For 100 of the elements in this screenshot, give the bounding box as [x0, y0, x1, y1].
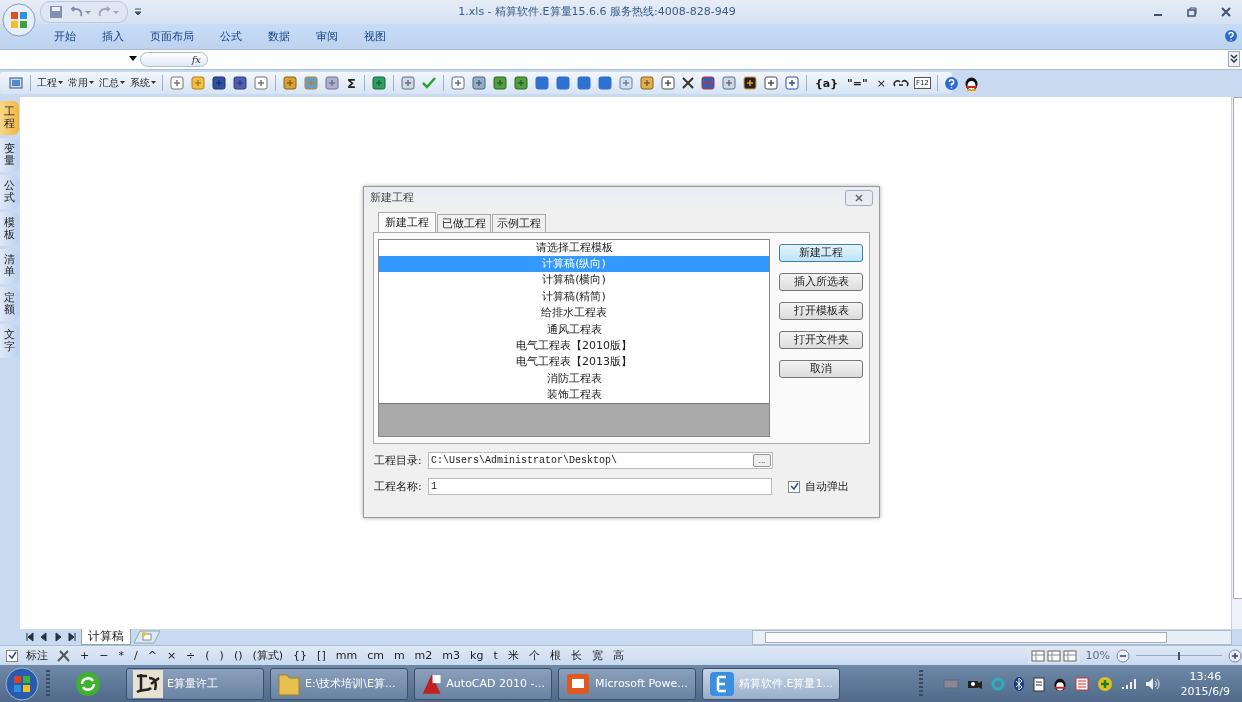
tools-icon[interactable] — [56, 648, 72, 663]
side-tab[interactable]: 模板 — [0, 212, 19, 247]
dialog-button[interactable]: 打开文件夹 — [779, 330, 863, 349]
template-item[interactable]: 消防工程表 — [379, 370, 769, 388]
template-item[interactable]: 装饰工程表 — [379, 387, 769, 404]
symbol-button[interactable]: ÷ — [184, 649, 198, 663]
sheet-tab[interactable]: 计算稿 — [81, 629, 131, 646]
dialog-tab[interactable]: 已做工程 — [437, 213, 491, 232]
symbol-button[interactable]: 宽 — [589, 648, 605, 664]
template-item[interactable]: 通风工程表 — [379, 321, 769, 338]
sheet-nav-icon[interactable] — [24, 631, 36, 644]
side-tab[interactable]: 定额 — [0, 286, 19, 321]
template-item[interactable]: 计算稿(横向) — [379, 272, 769, 289]
sheet-nav-icon[interactable] — [38, 631, 50, 644]
horizontal-scrollbar[interactable] — [752, 629, 1232, 645]
symbol-button[interactable]: + — [78, 649, 92, 663]
dialog-button[interactable]: 打开模板表 — [779, 301, 863, 320]
template-item[interactable]: 电气工程表【2010版】 — [379, 337, 769, 355]
multiply-button[interactable]: × — [874, 76, 888, 90]
dialog-button[interactable]: 插入所选表 — [779, 272, 863, 291]
toolbar-menu[interactable]: 常用 — [68, 76, 94, 91]
symbol-button[interactable]: 米 — [505, 648, 521, 664]
dialog-tab[interactable]: 示例工程 — [492, 213, 546, 232]
symbol-button[interactable]: kg — [468, 649, 486, 663]
customize-caret-icon[interactable] — [134, 6, 142, 17]
ribbon-tab[interactable]: 插入 — [90, 28, 136, 44]
checkbox[interactable] — [6, 649, 18, 662]
normal-view-icon[interactable] — [1030, 649, 1045, 662]
plus-circle-icon[interactable] — [1096, 675, 1113, 692]
close-icon[interactable] — [1220, 5, 1232, 18]
symbol-button[interactable]: 高 — [610, 648, 626, 664]
start-button[interactable] — [4, 665, 40, 702]
symbol-button[interactable]: cm — [365, 649, 386, 663]
symbol-button[interactable]: ^ — [145, 649, 159, 663]
template-item[interactable]: 电气工程表【2013版】 — [379, 354, 769, 371]
symbol-button[interactable]: m — [391, 649, 407, 663]
symbol-button[interactable]: 个 — [526, 648, 542, 664]
symbol-button[interactable]: t — [491, 649, 500, 663]
panel-icon[interactable] — [8, 75, 24, 92]
symbol-button[interactable]: m3 — [440, 649, 463, 663]
sheet-nav-icon[interactable] — [66, 631, 78, 644]
side-tab[interactable]: 变量 — [0, 137, 19, 172]
symbol-button[interactable]: * — [116, 649, 126, 663]
page-break-icon[interactable] — [1062, 649, 1077, 662]
sheet-nav-icon[interactable] — [52, 631, 64, 644]
symbol-button[interactable]: × — [164, 649, 179, 663]
toolbar-menu[interactable]: 系统 — [130, 76, 156, 91]
symbol-button[interactable]: () — [231, 649, 245, 663]
side-tab[interactable]: 清单 — [0, 249, 19, 284]
speaker-icon[interactable] — [1144, 676, 1161, 691]
sum-button[interactable]: Σ — [345, 75, 358, 91]
directory-field[interactable]: C:\Users\Administrator\Desktop\ ... — [428, 452, 773, 470]
dialog-tab[interactable]: 新建工程 — [378, 211, 436, 232]
expand-icon[interactable] — [1228, 51, 1240, 68]
equals-quote-button[interactable]: "=" — [845, 76, 870, 90]
side-tab[interactable]: 工程 — [0, 100, 19, 135]
variable-button[interactable]: {a} — [812, 76, 840, 90]
ribbon-tab[interactable]: 公式 — [208, 28, 254, 44]
zoom-in-icon[interactable] — [1228, 648, 1242, 663]
ribbon-tab[interactable]: 开始 — [42, 28, 88, 44]
close-button[interactable] — [845, 189, 873, 206]
symbol-button[interactable]: − — [97, 649, 111, 663]
bluetooth-icon[interactable] — [1012, 675, 1025, 692]
ribbon-tab[interactable]: 视图 — [352, 28, 398, 44]
toolbar-menu[interactable]: 工程 — [37, 76, 63, 91]
penguin-icon[interactable] — [963, 75, 979, 92]
symbol-button[interactable]: mm — [333, 649, 360, 663]
delete-x-icon[interactable] — [680, 76, 695, 91]
clipboard-icon[interactable] — [1032, 675, 1045, 692]
vertical-scrollbar[interactable] — [1231, 96, 1242, 630]
checkbox[interactable] — [788, 480, 800, 493]
clock-date[interactable]: 2015/6/9 — [1180, 683, 1230, 699]
symbol-button[interactable]: [] — [315, 649, 328, 663]
side-tab[interactable]: 公式 — [0, 174, 19, 210]
symbol-button[interactable]: / — [131, 649, 140, 663]
dialog-button[interactable]: 新建工程 — [779, 243, 863, 262]
signal-icon[interactable] — [1120, 677, 1137, 690]
symbol-button[interactable]: ( — [203, 649, 212, 663]
symbol-button[interactable]: (算式) — [250, 648, 286, 664]
symbol-button[interactable]: 根 — [547, 648, 563, 664]
symbol-button[interactable]: 长 — [568, 648, 584, 664]
toolbar-menu[interactable]: 汇总 — [99, 76, 125, 91]
ribbon-tab[interactable]: 数据 — [256, 28, 302, 44]
symbol-button[interactable]: ) — [217, 649, 226, 663]
dropdown-caret-icon[interactable] — [129, 56, 137, 63]
symbol-button[interactable]: {} — [291, 649, 310, 663]
template-item[interactable]: 给排水工程表 — [379, 305, 769, 322]
dialog-button[interactable]: 取消 — [779, 359, 863, 378]
template-item[interactable]: 计算稿(精简) — [379, 288, 769, 306]
clock-time[interactable]: 13:46 — [1189, 668, 1222, 684]
restore-icon[interactable] — [1186, 5, 1198, 18]
browse-button[interactable]: ... — [753, 454, 771, 468]
ribbon-tab[interactable]: 审阅 — [304, 28, 350, 44]
undo-icon[interactable] — [69, 4, 91, 19]
formula-function-button[interactable]: fx — [140, 51, 208, 67]
ribbon-tab[interactable]: 页面布局 — [138, 28, 206, 44]
help-icon[interactable] — [1224, 29, 1238, 44]
zoom-out-icon[interactable] — [1116, 648, 1130, 663]
stamp-icon[interactable] — [1074, 676, 1089, 691]
help-icon[interactable] — [943, 75, 959, 91]
